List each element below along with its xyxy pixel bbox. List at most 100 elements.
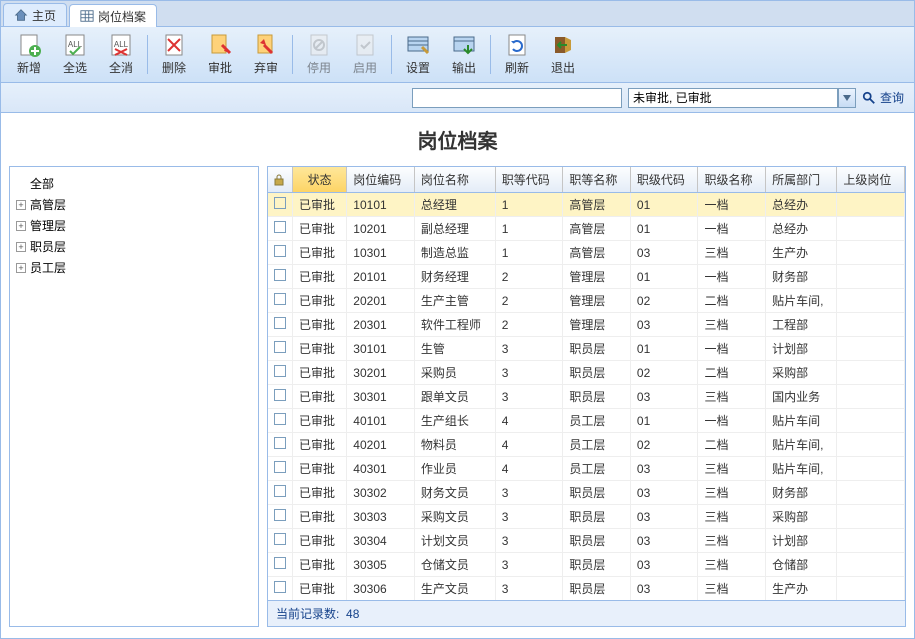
tree-label: 管理层 xyxy=(30,217,66,234)
row-checkbox[interactable] xyxy=(268,433,293,457)
cell-grade-code: 1 xyxy=(495,217,563,241)
expand-icon[interactable]: + xyxy=(16,242,26,252)
expand-icon[interactable]: + xyxy=(16,263,26,273)
table-row[interactable]: 已审批40101生产组长4员工层01一档贴片车间 xyxy=(268,409,905,433)
tree-node-2[interactable]: + 管理层 xyxy=(16,215,252,236)
cell-name: 计划文员 xyxy=(414,529,495,553)
cell-level-code: 03 xyxy=(630,577,698,601)
tool-label: 全消 xyxy=(109,59,133,76)
cell-level-name: 一档 xyxy=(698,265,766,289)
col-status[interactable]: 状态 xyxy=(293,167,347,193)
deselect-button[interactable]: ALL全消 xyxy=(99,31,143,78)
table-row[interactable]: 已审批10101总经理1高管层01一档总经办 xyxy=(268,193,905,217)
table-row[interactable]: 已审批30302财务文员3职员层03三档财务部 xyxy=(268,481,905,505)
query-button[interactable]: 查询 xyxy=(862,89,904,106)
row-checkbox[interactable] xyxy=(268,361,293,385)
tree-node-1[interactable]: +高管层 xyxy=(16,194,252,215)
status-filter-dropdown[interactable] xyxy=(628,88,856,108)
tree-panel: 全部+高管层+管理层+职员层+员工层 xyxy=(9,166,259,627)
expand-icon[interactable]: + xyxy=(16,221,26,231)
row-checkbox[interactable] xyxy=(268,241,293,265)
selectall-button[interactable]: ALL全选 xyxy=(53,31,97,78)
col-grade_code[interactable]: 职等代码 xyxy=(495,167,563,193)
row-checkbox[interactable] xyxy=(268,289,293,313)
row-checkbox[interactable] xyxy=(268,457,293,481)
row-checkbox[interactable] xyxy=(268,337,293,361)
cell-level-code: 02 xyxy=(630,361,698,385)
row-checkbox[interactable] xyxy=(268,553,293,577)
row-checkbox[interactable] xyxy=(268,505,293,529)
row-checkbox[interactable] xyxy=(268,265,293,289)
col-chk[interactable] xyxy=(268,167,293,193)
cell-status: 已审批 xyxy=(293,385,347,409)
table-row[interactable]: 已审批40201物料员4员工层02二档贴片车间, xyxy=(268,433,905,457)
approve-button[interactable]: 审批 xyxy=(198,31,242,78)
cell-name: 生管 xyxy=(414,337,495,361)
cell-level-code: 03 xyxy=(630,553,698,577)
add-button[interactable]: 新增 xyxy=(7,31,51,78)
row-checkbox[interactable] xyxy=(268,193,293,217)
col-code[interactable]: 岗位编码 xyxy=(347,167,415,193)
export-button[interactable]: 输出 xyxy=(442,31,486,78)
row-checkbox[interactable] xyxy=(268,529,293,553)
refresh-button[interactable]: 刷新 xyxy=(495,31,539,78)
table-row[interactable]: 已审批20101财务经理2管理层01一档财务部 xyxy=(268,265,905,289)
cell-status: 已审批 xyxy=(293,505,347,529)
row-checkbox[interactable] xyxy=(268,313,293,337)
row-checkbox[interactable] xyxy=(268,385,293,409)
table-row[interactable]: 已审批10301制造总监1高管层03三档生产办 xyxy=(268,241,905,265)
unapprove-button[interactable]: 弃审 xyxy=(244,31,288,78)
table-row[interactable]: 已审批20201生产主管2管理层02二档贴片车间, xyxy=(268,289,905,313)
settings-button[interactable]: 设置 xyxy=(396,31,440,78)
col-grade_name[interactable]: 职等名称 xyxy=(563,167,631,193)
row-checkbox[interactable] xyxy=(268,577,293,601)
col-level_name[interactable]: 职级名称 xyxy=(698,167,766,193)
cell-grade-name: 职员层 xyxy=(563,481,631,505)
row-checkbox[interactable] xyxy=(268,217,293,241)
cell-level-name: 二档 xyxy=(698,289,766,313)
search-input[interactable] xyxy=(412,88,622,108)
cell-level-code: 03 xyxy=(630,313,698,337)
tree-node-3[interactable]: +职员层 xyxy=(16,236,252,257)
cell-name: 生产组长 xyxy=(414,409,495,433)
cell-grade-code: 3 xyxy=(495,553,563,577)
cell-grade-name: 管理层 xyxy=(563,265,631,289)
col-level_code[interactable]: 职级代码 xyxy=(630,167,698,193)
cell-name: 总经理 xyxy=(414,193,495,217)
refresh-icon xyxy=(505,33,529,57)
row-checkbox[interactable] xyxy=(268,409,293,433)
table-row[interactable]: 已审批10201副总经理1高管层01一档总经办 xyxy=(268,217,905,241)
tree-node-4[interactable]: +员工层 xyxy=(16,257,252,278)
cell-dept: 贴片车间, xyxy=(766,433,837,457)
tab-home[interactable]: 主页 xyxy=(3,3,67,26)
table-row[interactable]: 已审批30304计划文员3职员层03三档计划部 xyxy=(268,529,905,553)
table-row[interactable]: 已审批30305仓储文员3职员层03三档仓储部 xyxy=(268,553,905,577)
grid-scroll[interactable]: 状态岗位编码岗位名称职等代码职等名称职级代码职级名称所属部门上级岗位 已审批10… xyxy=(268,167,905,600)
table-row[interactable]: 已审批20301软件工程师2管理层03三档工程部 xyxy=(268,313,905,337)
main-tabs: 主页 岗位档案 xyxy=(1,1,914,27)
tree-node-0[interactable]: 全部 xyxy=(16,173,252,194)
col-dept[interactable]: 所属部门 xyxy=(766,167,837,193)
search-icon xyxy=(862,91,876,105)
status-count: 48 xyxy=(346,607,359,621)
table-row[interactable]: 已审批30303采购文员3职员层03三档采购部 xyxy=(268,505,905,529)
expand-icon[interactable]: + xyxy=(16,200,26,210)
cell-code: 20201 xyxy=(347,289,415,313)
col-upper[interactable]: 上级岗位 xyxy=(837,167,905,193)
table-row[interactable]: 已审批40301作业员4员工层03三档贴片车间, xyxy=(268,457,905,481)
cell-level-name: 三档 xyxy=(698,241,766,265)
status-filter-value[interactable] xyxy=(628,88,838,108)
delete-button[interactable]: 删除 xyxy=(152,31,196,78)
table-row[interactable]: 已审批30201采购员3职员层02二档采购部 xyxy=(268,361,905,385)
table-row[interactable]: 已审批30306生产文员3职员层03三档生产办 xyxy=(268,577,905,601)
row-checkbox[interactable] xyxy=(268,481,293,505)
tab-position-archive[interactable]: 岗位档案 xyxy=(69,4,157,27)
col-name[interactable]: 岗位名称 xyxy=(414,167,495,193)
cell-level-code: 03 xyxy=(630,457,698,481)
toolbar: 新增ALL全选ALL全消删除审批弃审停用启用设置输出刷新退出 xyxy=(1,27,914,83)
cell-code: 40201 xyxy=(347,433,415,457)
exit-button[interactable]: 退出 xyxy=(541,31,585,78)
table-row[interactable]: 已审批30301跟单文员3职员层03三档国内业务 xyxy=(268,385,905,409)
chevron-down-icon[interactable] xyxy=(838,88,856,108)
table-row[interactable]: 已审批30101生管3职员层01一档计划部 xyxy=(268,337,905,361)
